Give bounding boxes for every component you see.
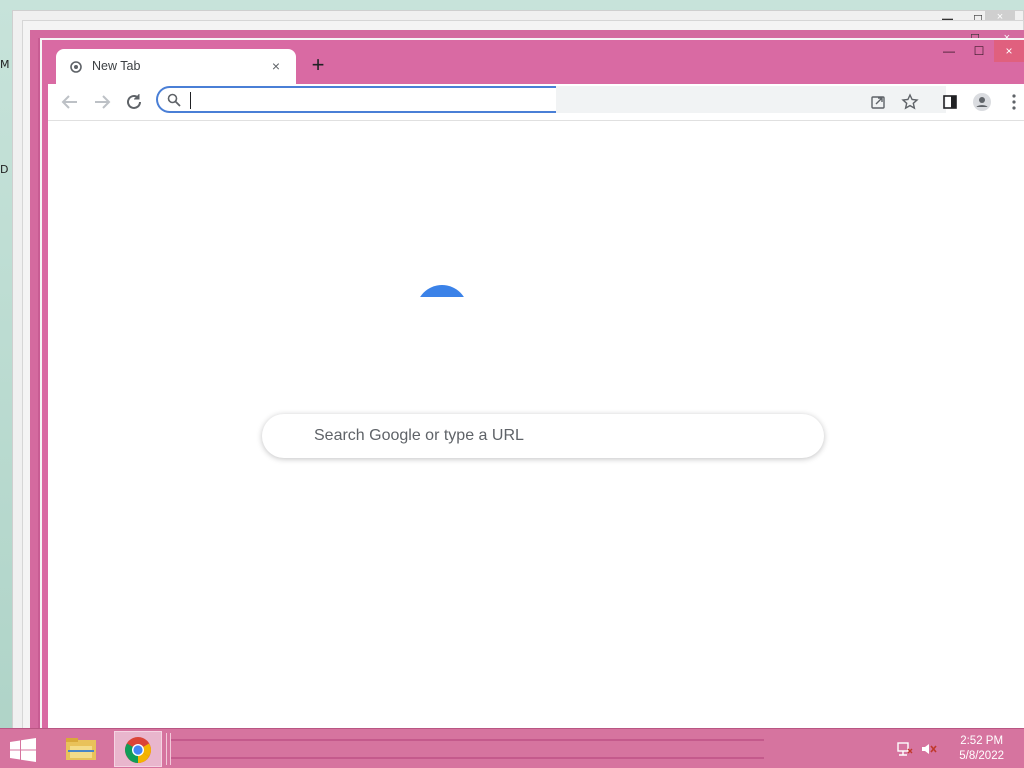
new-tab-page: Search Google or type a URL [48,120,1024,730]
volume-muted-icon[interactable] [920,741,938,757]
maximize-button[interactable]: ☐ [964,40,994,62]
search-icon [167,93,181,107]
clock-date: 5/8/2022 [959,750,1004,762]
file-explorer-icon [66,738,96,760]
minimize-button[interactable]: — [934,40,964,62]
tab-close-icon[interactable]: × [266,56,286,76]
chrome-favicon-icon [70,61,82,73]
taskbar-stripe [170,757,764,759]
desktop-icon-fragment[interactable]: D [0,163,12,177]
browser-toolbar [48,84,1024,120]
title-bar[interactable]: New Tab × + — ☐ × [42,40,1024,84]
network-icon[interactable] [896,741,914,757]
taskbar: 2:52 PM 5/8/2022 [0,728,1024,768]
forward-arrow-icon[interactable] [90,90,114,114]
chrome-taskbar-button[interactable] [114,731,162,767]
back-arrow-icon[interactable] [58,90,82,114]
profile-avatar-icon[interactable] [972,92,992,112]
omnibox[interactable] [156,86,556,113]
share-icon[interactable] [868,92,888,112]
new-tab-button[interactable]: + [306,54,330,78]
ntp-search-placeholder: Search Google or type a URL [314,427,524,444]
text-caret [190,92,191,109]
taskbar-stripe [170,739,764,741]
tab-new-tab[interactable]: New Tab × [56,49,296,84]
omnibox-input[interactable] [188,91,552,111]
file-explorer-taskbar-button[interactable] [58,731,106,767]
clock-time: 2:52 PM [960,735,1004,747]
close-button[interactable]: × [994,40,1024,62]
desktop-icon-fragment[interactable]: M [0,58,12,72]
taskbar-clock[interactable]: 2:52 PM 5/8/2022 [959,734,1004,764]
side-panel-icon[interactable] [940,92,960,112]
tab-title: New Tab [92,59,141,73]
ntp-search-box[interactable]: Search Google or type a URL [262,414,824,458]
kebab-menu-icon[interactable] [1004,92,1024,112]
taskbar-separator [166,733,171,765]
chrome-window: New Tab × + — ☐ × Search Google or type … [42,40,1024,730]
loading-spinner-icon [416,285,468,297]
chrome-icon [125,737,151,763]
bookmark-star-icon[interactable] [900,92,920,112]
windows-start-icon[interactable] [8,738,38,762]
reload-icon[interactable] [122,90,146,114]
